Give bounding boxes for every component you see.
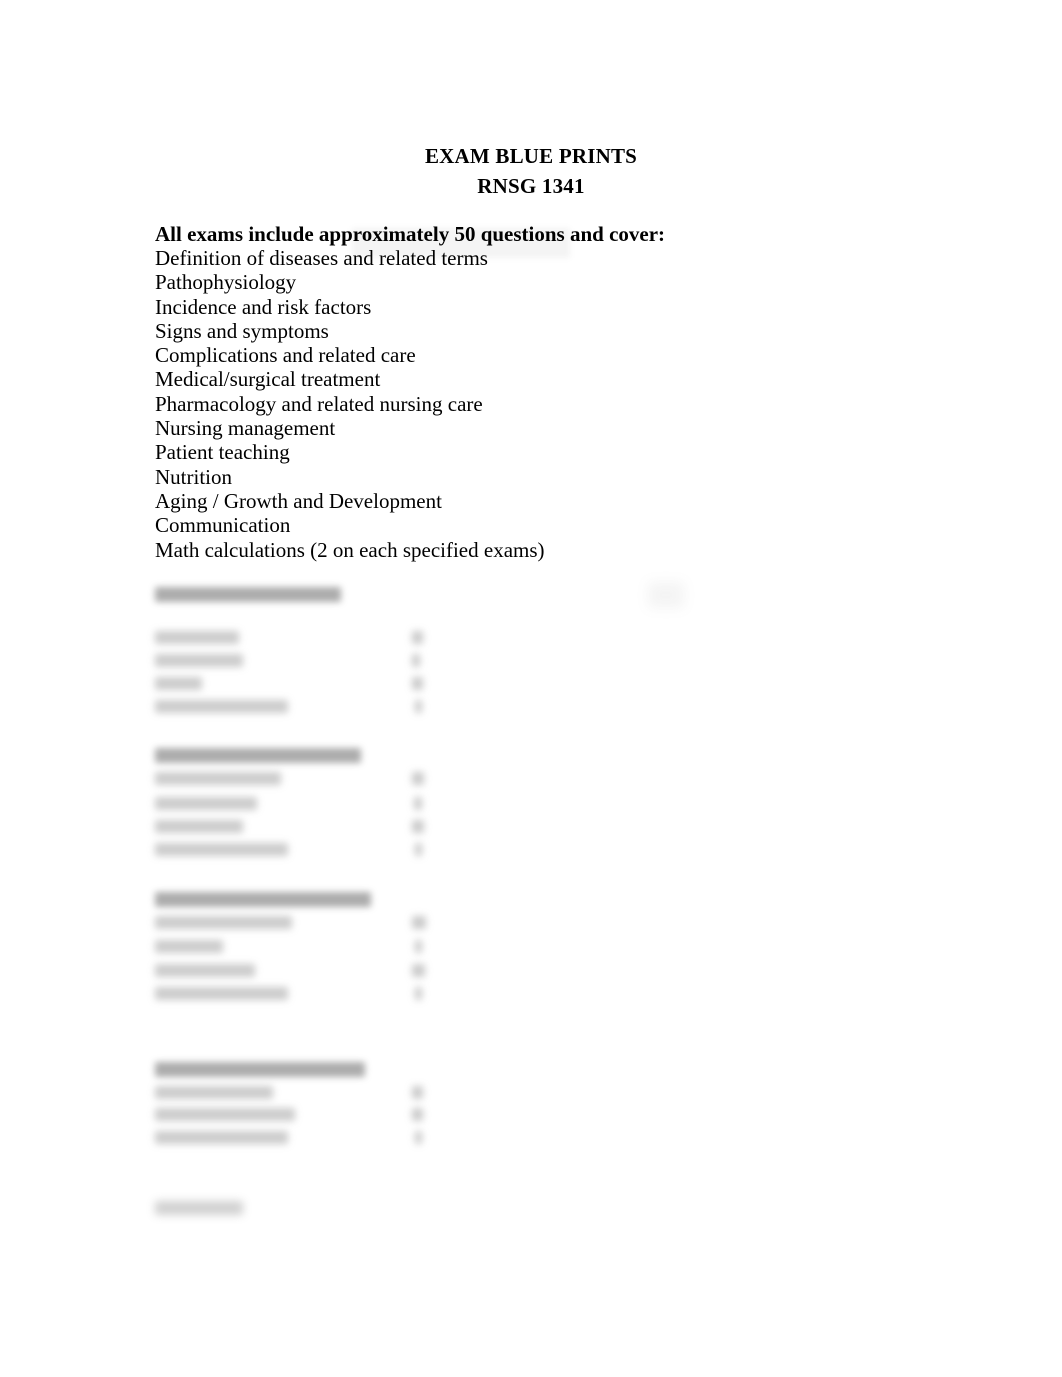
- blurred-row-value: [415, 1131, 422, 1144]
- blurred-row-value: [412, 677, 423, 690]
- topic-list-item: Pharmacology and related nursing care: [155, 391, 483, 416]
- blurred-row-label: [155, 1086, 273, 1099]
- blurred-row-label: [155, 820, 243, 833]
- intro-heading-colon: :: [658, 222, 666, 246]
- blurred-row-value: [412, 1108, 423, 1121]
- topic-list-item: Medical/surgical treatment: [155, 367, 381, 392]
- blurred-row-label: [155, 631, 239, 644]
- blurred-row-value: [412, 964, 425, 977]
- blurred-row-label: [155, 700, 288, 713]
- blurred-row-value: [415, 700, 422, 713]
- blurred-row-value: [412, 820, 424, 833]
- topic-list-item: Nutrition: [155, 464, 232, 489]
- topic-list-item: Pathophysiology: [155, 270, 297, 295]
- blurred-group-heading: [155, 1062, 365, 1077]
- topic-list-item: Signs and symptoms: [155, 318, 329, 343]
- document-title: EXAM BLUE PRINTS: [424, 144, 638, 168]
- topic-list-item: Definition of diseases and related terms: [155, 246, 488, 270]
- intro-heading-text: All exams include approximately 50 quest…: [155, 222, 659, 246]
- blurred-row-value: [412, 654, 420, 667]
- blurred-row-label: [155, 916, 292, 929]
- blurred-content-note: Remaining content on the page is blurred…: [0, 0, 1, 1]
- blurred-row-value: [415, 843, 422, 856]
- blurred-row-label: [155, 797, 257, 810]
- document-page: EXAM BLUE PRINTS RNSG 1341 All exams inc…: [0, 0, 1062, 1377]
- topic-list-item: Incidence and risk factors: [155, 294, 372, 319]
- blurred-row-value: [412, 631, 423, 644]
- topic-list-item: Math calculations (2 on each specified e…: [155, 537, 545, 562]
- blurred-row-value: [412, 916, 426, 929]
- blurred-row-label: [155, 1131, 288, 1144]
- topic-list-item: Communication: [155, 513, 291, 538]
- blurred-group-heading: [155, 748, 361, 763]
- blurred-row-label: [155, 843, 288, 856]
- faint-artifact: [648, 582, 684, 608]
- topic-list-item: Patient teaching: [155, 440, 290, 465]
- blurred-group-heading: [155, 892, 371, 907]
- exam-topic-list: Definition of diseases and related terms…: [155, 246, 915, 562]
- blurred-row-value: [415, 987, 422, 1000]
- blurred-row-label: [155, 772, 281, 785]
- topic-list-item: Aging / Growth and Development: [155, 488, 442, 513]
- topic-list-item: Nursing management: [155, 416, 336, 441]
- blurred-footer-text: [155, 1201, 243, 1215]
- blurred-group-heading: [155, 587, 341, 602]
- blurred-row-label: [155, 987, 288, 1000]
- blurred-row-label: [155, 654, 243, 667]
- blurred-row-label: [155, 940, 223, 953]
- document-subtitle: RNSG 1341: [477, 174, 585, 198]
- blurred-row-value: [412, 1086, 423, 1099]
- blurred-row-value: [414, 797, 422, 810]
- blurred-row-value: [412, 772, 424, 785]
- intro-heading: All exams include approximately 50 quest…: [155, 222, 665, 247]
- blurred-row-label: [155, 964, 255, 977]
- blurred-row-label: [155, 677, 202, 690]
- topic-list-item: Complications and related care: [155, 343, 416, 368]
- blurred-row-value: [415, 940, 422, 953]
- blurred-row-label: [155, 1108, 295, 1121]
